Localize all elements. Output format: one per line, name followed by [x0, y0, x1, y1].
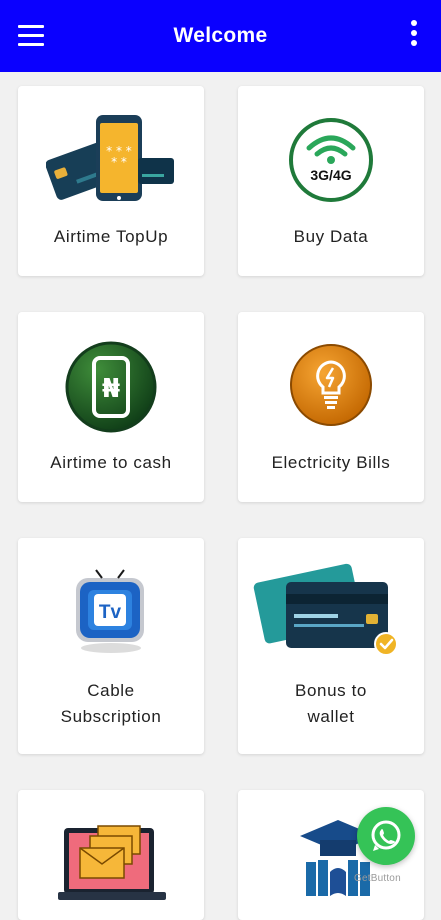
service-label: Airtime to cash	[50, 453, 172, 472]
envelopes-laptop-icon	[58, 825, 166, 900]
service-card-cable-subscription[interactable]: Tv Cable Subscription	[18, 538, 204, 754]
svg-text:₦: ₦	[102, 374, 120, 404]
service-card-airtime-topup[interactable]: * * * * * Airtime TopUp	[18, 86, 204, 276]
whatsapp-button[interactable]	[357, 807, 415, 865]
service-label: Electricity Bills	[271, 453, 391, 472]
svg-text:* *: * *	[111, 155, 127, 169]
wifi-3g-4g-icon: 3G/4G	[289, 118, 373, 202]
page-title: Welcome	[173, 24, 268, 47]
getbutton-watermark: GetButton	[354, 873, 401, 884]
service-card-electricity-bills[interactable]: Electricity Bills	[238, 312, 424, 502]
svg-text:3G/4G: 3G/4G	[310, 167, 351, 183]
service-card-buy-data[interactable]: 3G/4G Buy Data	[238, 86, 424, 276]
service-label: Airtime TopUp	[53, 227, 169, 246]
service-label: Bonus to wallet	[295, 681, 367, 726]
service-label: Buy Data	[293, 227, 369, 246]
service-card-airtime-to-cash[interactable]: ₦ Airtime to cash	[18, 312, 204, 502]
more-vertical-icon[interactable]	[409, 20, 419, 50]
service-card-bulk-sms[interactable]	[18, 790, 204, 920]
app-bar: Welcome	[0, 0, 441, 72]
credit-cards-icon	[253, 563, 398, 656]
tv-icon: Tv	[76, 569, 144, 653]
naira-phone-icon: ₦	[65, 341, 157, 433]
service-card-bonus-to-wallet[interactable]: Bonus to wallet	[238, 538, 424, 754]
svg-text:Tv: Tv	[99, 602, 122, 623]
lightbulb-icon	[290, 344, 372, 426]
service-label: Cable Subscription	[60, 681, 162, 726]
whatsapp-icon	[371, 820, 401, 851]
phone-and-cards-icon: * * * * *	[46, 115, 174, 201]
